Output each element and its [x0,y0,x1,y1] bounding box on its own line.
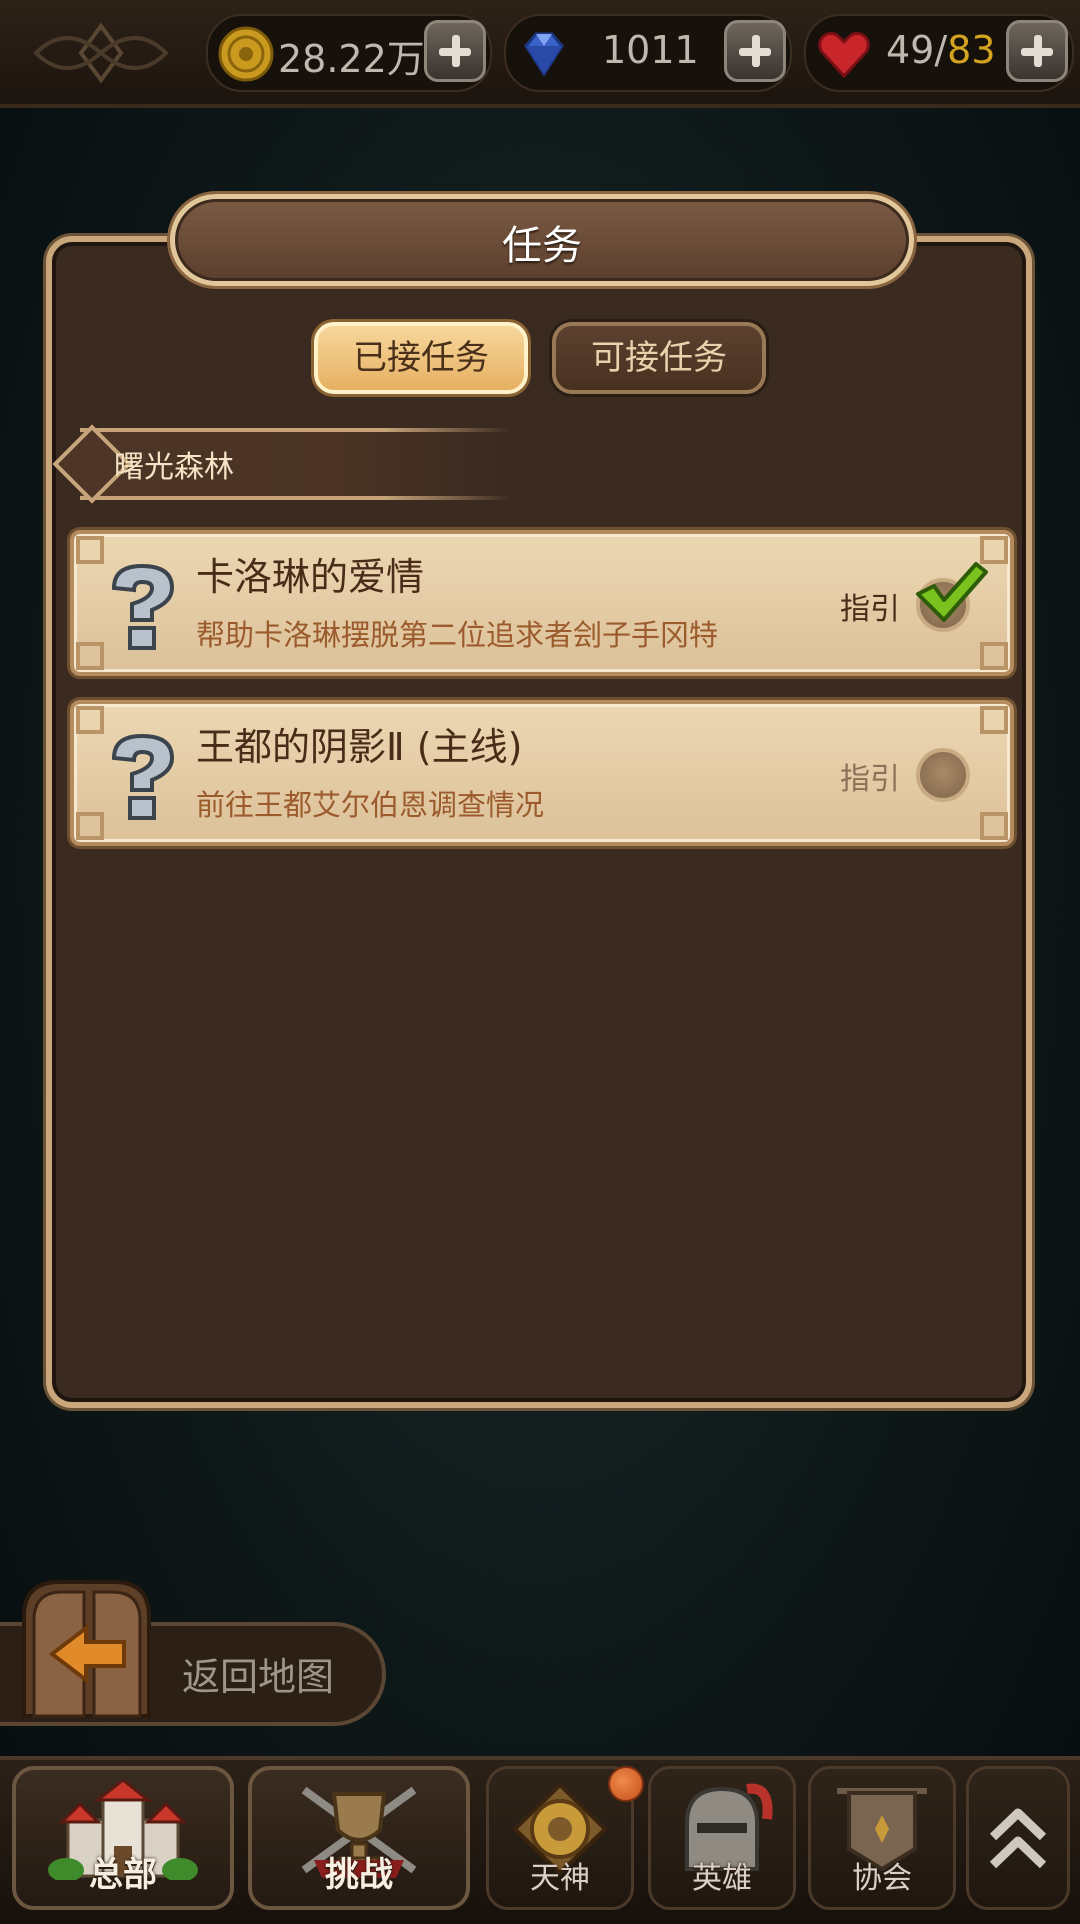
nav-label: 英雄 [692,1861,752,1896]
card-corner [76,812,104,840]
tab-accepted-quests[interactable]: 已接任务 [314,322,528,394]
quest-title: 卡洛琳的爱情 [196,555,425,599]
nav-label: 天神 [530,1861,590,1896]
guide-label: 指引 [840,762,900,797]
quest-card[interactable]: 卡洛琳的爱情 帮助卡洛琳摆脱第二位追求者刽子手冈特 指引 [70,530,1014,676]
nav-label: 协会 [852,1861,912,1896]
return-to-map-button[interactable]: 返回地图 [0,1580,400,1726]
ornament-emblem-icon [33,22,169,84]
quest-card[interactable]: 王都的阴影Ⅱ (主线) 前往王都艾尔伯恩调查情况 指引 [70,700,1014,846]
nav-label: 挑战 [325,1855,393,1895]
quest-description: 前往王都艾尔伯恩调查情况 [196,788,545,822]
diamond-resource: 1011 [504,14,792,92]
quest-title: 王都的阴影Ⅱ (主线) [196,725,523,769]
nav-heroes[interactable]: 英雄 [648,1766,796,1910]
return-label: 返回地图 [182,1655,335,1699]
quest-description: 帮助卡洛琳摆脱第二位追求者刽子手冈特 [196,618,719,652]
tab-available-quests[interactable]: 可接任务 [552,322,766,394]
diamond-amount: 1011 [602,28,699,72]
gold-coin-icon [218,26,274,82]
question-mark-icon [111,563,175,650]
guide-toggle[interactable] [916,748,970,802]
notification-badge [608,1766,644,1802]
card-corner [76,536,104,564]
gold-resource: 28.22万 [206,14,492,92]
nav-label: 总部 [89,1855,157,1895]
nav-guild[interactable]: 协会 [808,1766,956,1910]
stamina-current: 49 [886,28,935,72]
door-exit-icon [22,1580,151,1718]
top-resource-bar: 28.22万 1011 49/83 [0,0,1080,108]
dialog-title: 任务 [502,223,582,269]
add-stamina-button[interactable] [1006,20,1068,82]
card-corner [980,812,1008,840]
checkmark-icon [916,562,988,622]
double-chevron-up-icon [989,1808,1047,1869]
quest-title-banner: 任务 [170,194,914,286]
stamina-amount: 49/83 [886,28,996,72]
stamina-max: 83 [947,28,996,72]
question-mark-icon [111,733,175,820]
stamina-separator: / [934,28,948,72]
nav-challenge[interactable]: 挑战 [248,1766,470,1910]
card-corner [76,706,104,734]
stamina-resource: 49/83 [804,14,1074,92]
heart-icon [818,31,870,79]
gold-amount: 28.22万 [278,37,425,81]
card-corner [980,642,1008,670]
region-name: 曙光森林 [114,450,234,485]
guide-label: 指引 [840,592,900,627]
region-header: 曙光森林 [52,424,510,504]
nav-expand-button[interactable] [966,1766,1070,1910]
nav-headquarters[interactable]: 总部 [12,1766,234,1910]
card-corner [980,706,1008,734]
card-corner [76,642,104,670]
diamond-icon [524,32,564,77]
add-gold-button[interactable] [424,20,486,82]
add-diamond-button[interactable] [724,20,786,82]
